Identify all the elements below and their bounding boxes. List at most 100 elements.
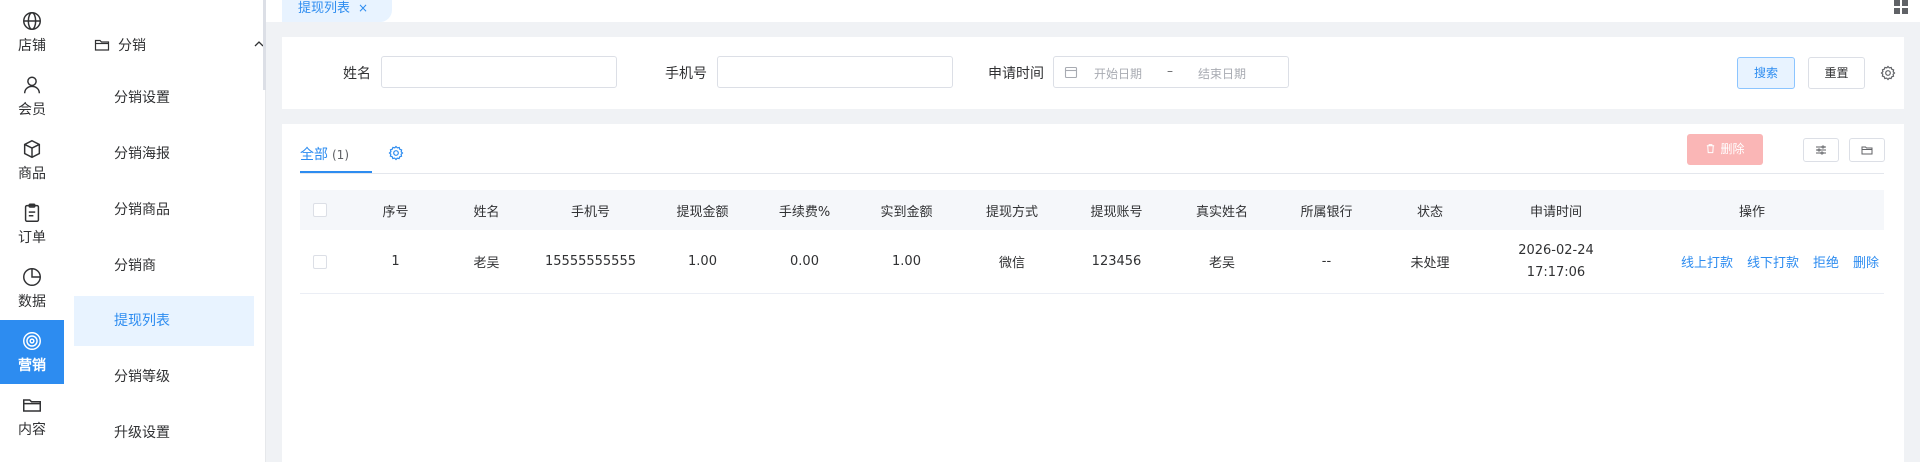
rail-label: 店铺 [18,37,46,54]
cell-name: 老吴 [473,256,500,271]
target-icon [21,330,43,352]
cell-status: 未处理 [1410,256,1450,271]
apply-clock: 17:17:06 [1526,264,1586,280]
cell-bank: -- [1321,254,1332,269]
gear-icon[interactable] [388,145,404,161]
select-all-checkbox[interactable] [300,190,340,230]
start-date-input[interactable]: 开始日期 [1094,65,1142,82]
list-panel: 全部 (1) 删除 序号 姓名 手机号 提现金额 手续费% 实到金额 提现方式 提… [282,124,1904,462]
submenu-item-settings[interactable]: 分销设置 [74,73,254,123]
cell-phone: 15555555555 [545,254,636,269]
header-real-name: 真实姓名 [1195,204,1248,220]
end-date-input[interactable]: 结束日期 [1198,65,1246,82]
name-input[interactable] [381,56,617,88]
cell-actions: 线上打款 线下打款 拒绝 删除 [1681,230,1884,293]
submenu-item-level[interactable]: 分销等级 [74,352,254,402]
filter-panel: 姓名 手机号 申请时间 开始日期 – 结束日期 搜索 重置 [282,37,1904,109]
rail-item-marketing[interactable]: 营销 [0,320,64,384]
rail-item-goods[interactable]: 商品 [0,128,64,192]
header-actions: 操作 [1738,204,1765,220]
trash-icon [1707,144,1715,154]
calendar-icon [1064,66,1078,79]
page-tab-bar: 提现列表 × [266,0,1920,22]
online-pay-link[interactable]: 线上打款 [1681,252,1733,271]
header-account: 提现账号 [1090,204,1143,220]
apply-date: 2026-02-24 [1518,242,1594,258]
header-index: 序号 [382,204,409,220]
cell-apply-time: 2026-02-24 17:17:06 [1492,230,1620,293]
header-amount: 提现金额 [676,204,729,220]
tab-all[interactable]: 全部 (1) [300,144,349,164]
rail-item-member[interactable]: 会员 [0,64,64,128]
cell-amount: 1.00 [688,254,717,269]
header-apply-time: 申请时间 [1529,204,1582,220]
tab-withdrawal-list[interactable]: 提现列表 × [282,0,392,22]
table-header: 序号 姓名 手机号 提现金额 手续费% 实到金额 提现方式 提现账号 真实姓名 … [300,190,1884,230]
rail-label: 营销 [18,357,46,374]
checkbox-box[interactable] [313,254,327,269]
user-icon [21,74,43,96]
offline-pay-link[interactable]: 线下打款 [1747,252,1799,271]
header-status: 状态 [1416,204,1443,220]
pie-chart-icon [21,266,43,288]
submenu-item-poster[interactable]: 分销海报 [74,129,254,179]
sliders-icon [1816,145,1826,155]
search-button[interactable]: 搜索 [1737,57,1795,89]
cell-received: 1.00 [892,254,921,269]
date-separator: – [1167,64,1173,78]
tab-divider [300,173,1884,174]
export-button[interactable] [1849,138,1885,162]
phone-input[interactable] [717,56,953,88]
tab-all-count: (1) [332,148,349,162]
phone-label: 手机号 [665,66,707,82]
table-row: 1 老吴 15555555555 1.00 0.00 1.00 微信 12345… [300,230,1884,294]
header-phone: 手机号 [570,204,610,220]
cell-real-name: 老吴 [1208,256,1235,271]
submenu-group-distribution[interactable]: 分销 [94,33,304,57]
date-range-picker[interactable]: 开始日期 – 结束日期 [1053,56,1289,88]
reset-button[interactable]: 重置 [1808,57,1865,89]
submenu-item-withdrawal-list[interactable]: 提现列表 [74,296,254,346]
close-icon[interactable]: × [358,1,368,15]
folder-open-icon [1861,146,1873,155]
rail-label: 订单 [18,229,46,246]
submenu-item-upgrade[interactable]: 升级设置 [74,408,254,458]
rail-label: 内容 [18,421,46,438]
reject-link[interactable]: 拒绝 [1813,252,1839,271]
globe-icon [21,10,43,32]
submenu-item-distributor[interactable]: 分销商 [74,241,254,291]
secondary-menu: 分销 分销设置 分销海报 分销商品 分销商 提现列表 分销等级 升级设置 [64,0,266,462]
cell-fee: 0.00 [790,254,819,269]
column-settings-button[interactable] [1803,138,1839,162]
rail-item-data[interactable]: 数据 [0,256,64,320]
header-bank: 所属银行 [1300,204,1353,220]
delete-link[interactable]: 删除 [1853,252,1879,271]
rail-item-store[interactable]: 店铺 [0,0,64,64]
submenu-group-label: 分销 [118,38,146,54]
gear-icon[interactable] [1880,65,1896,81]
main-nav-rail: 店铺 会员 商品 订单 数据 营销 内容 [0,0,64,462]
header-method: 提现方式 [985,204,1038,220]
header-fee: 手续费% [778,204,831,220]
batch-delete-label: 删除 [1720,142,1745,156]
checkbox-box[interactable] [313,203,327,217]
folder-icon [21,394,43,416]
row-checkbox[interactable] [300,230,340,293]
rail-label: 会员 [18,101,46,118]
clipboard-icon [21,202,43,224]
cell-index: 1 [391,254,400,269]
cell-account: 123456 [1091,254,1142,269]
header-name: 姓名 [473,204,500,220]
tab-all-label: 全部 [300,147,328,163]
batch-delete-button[interactable]: 删除 [1687,134,1763,165]
rail-item-content[interactable]: 内容 [0,384,64,448]
box-icon [21,138,43,160]
submenu-item-goods[interactable]: 分销商品 [74,185,254,235]
tab-label: 提现列表 [298,1,351,16]
header-received: 实到金额 [880,204,933,220]
name-label: 姓名 [343,66,371,82]
apply-time-label: 申请时间 [988,66,1044,82]
cell-method: 微信 [998,256,1025,271]
rail-item-order[interactable]: 订单 [0,192,64,256]
grid-icon[interactable] [1894,0,1908,14]
